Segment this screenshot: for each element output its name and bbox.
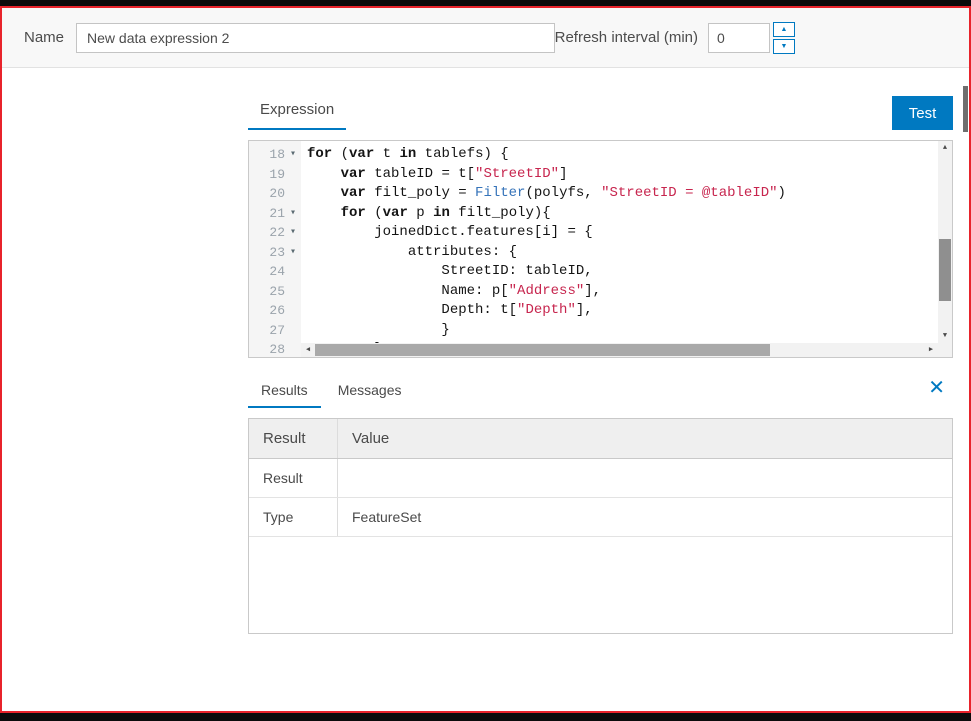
code-line: 18 ▾ for (var t in tablefs) {: [249, 145, 938, 165]
line-number: 20: [269, 186, 285, 201]
code-text: var filt_poly = Filter(polyfs, "StreetID…: [340, 185, 786, 201]
test-button[interactable]: Test: [892, 96, 953, 130]
table-header-row: Result Value: [249, 419, 952, 459]
caret-down-icon: ▼: [780, 42, 788, 50]
scroll-right-icon[interactable]: ▶: [924, 343, 938, 357]
fold-icon[interactable]: ▾: [285, 223, 301, 243]
scroll-down-icon[interactable]: ▼: [938, 329, 952, 343]
table-body: Result Type FeatureSet: [249, 459, 952, 537]
code-line: 22 ▾ joinedDict.features[i] = {: [249, 223, 938, 243]
line-number: 19: [269, 166, 285, 182]
code-text: for (var t in tablefs) {: [307, 146, 509, 162]
code-line: 27 }: [249, 321, 938, 341]
line-number: 26: [269, 303, 285, 318]
code-line: 24 StreetID: tableID,: [249, 262, 938, 282]
caret-up-icon: ▲: [780, 25, 788, 33]
code-text: for (var p in filt_poly){: [340, 204, 551, 221]
row-label: Result: [249, 459, 338, 497]
line-number: 25: [269, 283, 285, 299]
expression-section: Expression Test 18 ▾ for (var t in tablefs…: [248, 88, 953, 358]
code-line: 19 var tableID = t["StreetID"]: [249, 165, 938, 185]
window-chrome-bottom: [0, 713, 971, 721]
expression-tab-row: Expression Test: [248, 88, 953, 130]
line-number: 21: [269, 205, 285, 221]
editor-vertical-scrollbar[interactable]: ▲ ▼: [938, 141, 952, 343]
line-number: 22: [269, 225, 285, 240]
column-header-value: Value: [352, 430, 390, 447]
line-number: 24: [269, 264, 285, 279]
refresh-interval-input[interactable]: [708, 22, 770, 53]
code-line: 23 ▾ attributes: {: [249, 243, 938, 263]
code-text: Depth: t["Depth"],: [307, 302, 593, 318]
scrollbar-corner: [938, 343, 952, 357]
code-text: }: [307, 321, 450, 338]
fold-icon[interactable]: ▾: [285, 145, 301, 165]
spinner-down-button[interactable]: ▼: [773, 38, 795, 54]
code-text: var tableID = t["StreetID"]: [340, 165, 568, 182]
window-chrome-top: [0, 0, 971, 6]
column-header-result: Result: [249, 419, 338, 458]
code-editor[interactable]: 18 ▾ for (var t in tablefs) {19 var tableI…: [248, 140, 953, 358]
tab-messages[interactable]: Messages: [325, 382, 415, 408]
code-lines: 18 ▾ for (var t in tablefs) {19 var tableI…: [249, 145, 938, 357]
fold-icon[interactable]: ▾: [285, 204, 301, 224]
row-value: FeatureSet: [352, 509, 422, 525]
horizontal-scroll-thumb[interactable]: [315, 344, 770, 356]
spinner-up-button[interactable]: ▲: [773, 21, 795, 37]
name-label: Name: [24, 29, 65, 46]
scroll-left-icon[interactable]: ◀: [301, 343, 315, 357]
refresh-interval-label: Refresh interval (min): [554, 29, 698, 46]
refresh-spinner: ▲ ▼: [773, 21, 795, 54]
tab-expression[interactable]: Expression: [248, 101, 347, 130]
code-text: joinedDict.features[i] = {: [307, 224, 593, 240]
name-input[interactable]: [76, 22, 555, 53]
line-number: 18: [269, 147, 285, 162]
vertical-scroll-thumb[interactable]: [939, 239, 951, 301]
app-window: Name Refresh interval (min) ▲ ▼ Expressi…: [0, 6, 971, 713]
row-value: [338, 459, 952, 497]
code-text: Name: p["Address"],: [307, 282, 602, 299]
header-bar: Name Refresh interval (min) ▲ ▼: [2, 8, 969, 68]
line-number: 27: [269, 322, 285, 338]
code-line: 20 var filt_poly = Filter(polyfs, "Stree…: [249, 184, 938, 204]
code-line: 25 Name: p["Address"],: [249, 282, 938, 302]
code-line: 21 ▾ for (var p in filt_poly){: [249, 204, 938, 224]
page-scrollbar-thumb[interactable]: [963, 86, 968, 132]
row-label: Type: [249, 498, 338, 536]
tab-results[interactable]: Results: [248, 382, 321, 408]
table-row: Result: [249, 459, 952, 498]
line-number: 28: [269, 342, 285, 357]
editor-horizontal-scrollbar[interactable]: ◀ ▶: [301, 343, 938, 357]
scroll-up-icon[interactable]: ▲: [938, 141, 952, 155]
code-line: 26 Depth: t["Depth"],: [249, 301, 938, 321]
table-row: Type FeatureSet: [249, 498, 952, 537]
code-text: attributes: {: [307, 243, 518, 260]
results-section: Results Messages ✕ Result Value Result Ty…: [248, 378, 953, 634]
line-number: 23: [269, 244, 285, 260]
close-icon[interactable]: ✕: [920, 378, 953, 398]
code-text: StreetID: tableID,: [307, 263, 593, 279]
fold-icon[interactable]: ▾: [285, 243, 301, 263]
results-tab-row: Results Messages ✕: [248, 378, 953, 408]
results-table: Result Value Result Type FeatureSet: [248, 418, 953, 634]
